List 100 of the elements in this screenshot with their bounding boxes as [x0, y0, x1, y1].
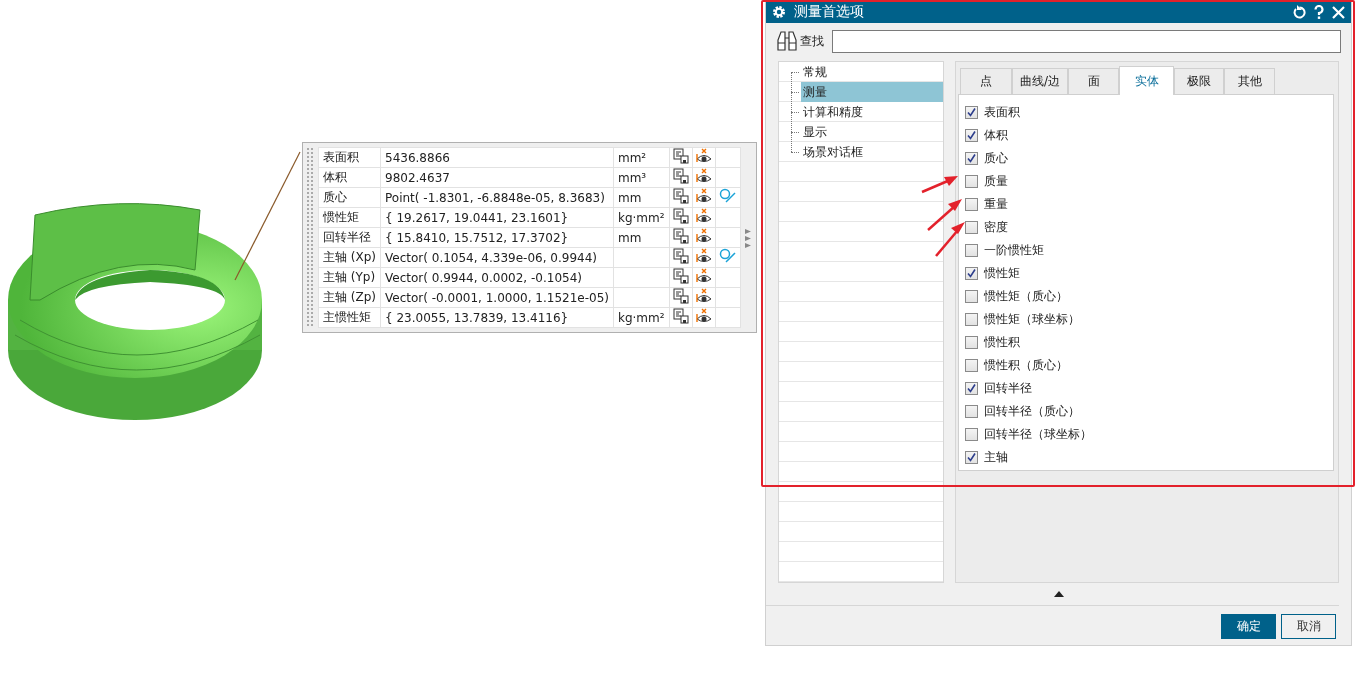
- checkbox[interactable]: [965, 405, 978, 418]
- checkbox[interactable]: [965, 221, 978, 234]
- property-value: { 23.0055, 13.7839, 13.4116}: [380, 307, 614, 328]
- property-name: 惯性矩: [318, 207, 381, 228]
- property-value: Vector( -0.0001, 1.0000, 1.1521e-05): [380, 287, 614, 308]
- checkbox[interactable]: [965, 336, 978, 349]
- option-label: 体积: [984, 127, 1008, 144]
- checkbox[interactable]: [965, 382, 978, 395]
- property-name: 体积: [318, 167, 381, 188]
- search-label: 查找: [800, 32, 824, 50]
- unit-label: kg·mm²: [613, 307, 670, 328]
- property-name: 主惯性矩: [318, 307, 381, 328]
- export-icon[interactable]: [672, 308, 689, 324]
- visibility-icon[interactable]: [695, 288, 712, 304]
- export-icon[interactable]: [672, 148, 689, 164]
- export-icon[interactable]: [672, 288, 689, 304]
- export-icon[interactable]: [672, 168, 689, 184]
- option-label: 回转半径（质心）: [984, 403, 1080, 420]
- tree-item[interactable]: 显示: [801, 122, 943, 142]
- property-value: Vector( 0.9944, 0.0002, -0.1054): [380, 267, 614, 288]
- property-name: 主轴 (Xp): [318, 247, 381, 268]
- property-value: Vector( 0.1054, 4.339e-06, 0.9944): [380, 247, 614, 268]
- collapse-icon[interactable]: [1053, 591, 1064, 597]
- tree-item[interactable]: 场景对话框: [801, 142, 943, 162]
- tab[interactable]: 面: [1068, 68, 1119, 94]
- export-icon[interactable]: [672, 268, 689, 284]
- visibility-icon[interactable]: [695, 188, 712, 204]
- export-icon[interactable]: [672, 188, 689, 204]
- checkbox[interactable]: [965, 175, 978, 188]
- option-label: 重量: [984, 196, 1008, 213]
- tab[interactable]: 实体: [1119, 66, 1174, 95]
- visibility-icon[interactable]: [695, 208, 712, 224]
- pointer-arrow: [927, 199, 962, 231]
- checkbox[interactable]: [965, 359, 978, 372]
- pointer-arrow: [935, 222, 965, 257]
- option-label: 一阶惯性矩: [984, 242, 1044, 259]
- property-name: 回转半径: [318, 227, 381, 248]
- reset-icon[interactable]: [1293, 5, 1306, 19]
- option-label: 惯性矩（质心）: [984, 288, 1068, 305]
- checkbox[interactable]: [965, 129, 978, 142]
- visibility-icon[interactable]: [695, 168, 712, 184]
- property-value: { 19.2617, 19.0441, 23.1601}: [380, 207, 614, 228]
- option-label: 惯性积: [984, 334, 1020, 351]
- export-icon[interactable]: [672, 208, 689, 224]
- visibility-icon[interactable]: [695, 148, 712, 164]
- property-value: 5436.8866: [380, 147, 614, 168]
- tab[interactable]: 点: [960, 68, 1012, 94]
- option-label: 质量: [984, 173, 1008, 190]
- visibility-icon[interactable]: [695, 248, 712, 264]
- cancel-button[interactable]: 取消: [1281, 614, 1336, 639]
- visibility-icon[interactable]: [695, 308, 712, 324]
- unit-label: kg·mm²: [613, 207, 670, 228]
- option-label: 惯性积（质心）: [984, 357, 1068, 374]
- unit-label: mm: [613, 227, 670, 248]
- checkbox[interactable]: [965, 313, 978, 326]
- unit-label: mm: [613, 187, 670, 208]
- grip-handle[interactable]: [306, 147, 314, 328]
- option-label: 质心: [984, 150, 1008, 167]
- locate-icon[interactable]: [718, 248, 737, 264]
- checkbox[interactable]: [965, 428, 978, 441]
- help-icon[interactable]: [1314, 5, 1324, 19]
- settings-icon: [772, 5, 786, 19]
- property-value: { 15.8410, 15.7512, 17.3702}: [380, 227, 614, 248]
- property-value: 9802.4637: [380, 167, 614, 188]
- checkbox[interactable]: [965, 290, 978, 303]
- close-icon[interactable]: [1332, 5, 1345, 19]
- visibility-icon[interactable]: [695, 228, 712, 244]
- checkbox[interactable]: [965, 451, 978, 464]
- checkbox[interactable]: [965, 244, 978, 257]
- search-field[interactable]: [832, 29, 1341, 53]
- checkbox[interactable]: [965, 198, 978, 211]
- option-label: 密度: [984, 219, 1008, 236]
- unit-label: mm³: [613, 167, 670, 188]
- tree-item[interactable]: 常规: [801, 62, 943, 82]
- tab[interactable]: 曲线/边: [1012, 68, 1068, 94]
- option-label: 回转半径（球坐标）: [984, 426, 1092, 443]
- export-icon[interactable]: [672, 248, 689, 264]
- checkbox[interactable]: [965, 267, 978, 280]
- option-label: 表面积: [984, 104, 1020, 121]
- ok-button[interactable]: 确定: [1221, 614, 1276, 639]
- tree-item[interactable]: 测量: [801, 82, 943, 102]
- checkbox[interactable]: [965, 152, 978, 165]
- pointer-arrow: [921, 176, 958, 194]
- unit-label: mm²: [613, 147, 670, 168]
- visibility-icon[interactable]: [695, 268, 712, 284]
- checkbox[interactable]: [965, 106, 978, 119]
- export-icon[interactable]: [672, 228, 689, 244]
- expand-arrows-icon[interactable]: [744, 227, 752, 248]
- window-title: 测量首选项: [794, 3, 865, 21]
- tab[interactable]: 其他: [1224, 68, 1275, 94]
- option-label: 惯性矩（球坐标）: [984, 311, 1080, 328]
- property-name: 质心: [318, 187, 381, 208]
- tab[interactable]: 极限: [1174, 68, 1224, 94]
- binoculars-icon: [776, 30, 798, 52]
- option-label: 主轴: [984, 449, 1008, 466]
- tree-item[interactable]: 计算和精度: [801, 102, 943, 122]
- property-name: 表面积: [318, 147, 381, 168]
- property-name: 主轴 (Zp): [318, 287, 381, 308]
- option-label: 回转半径: [984, 380, 1032, 397]
- locate-icon[interactable]: [718, 188, 737, 204]
